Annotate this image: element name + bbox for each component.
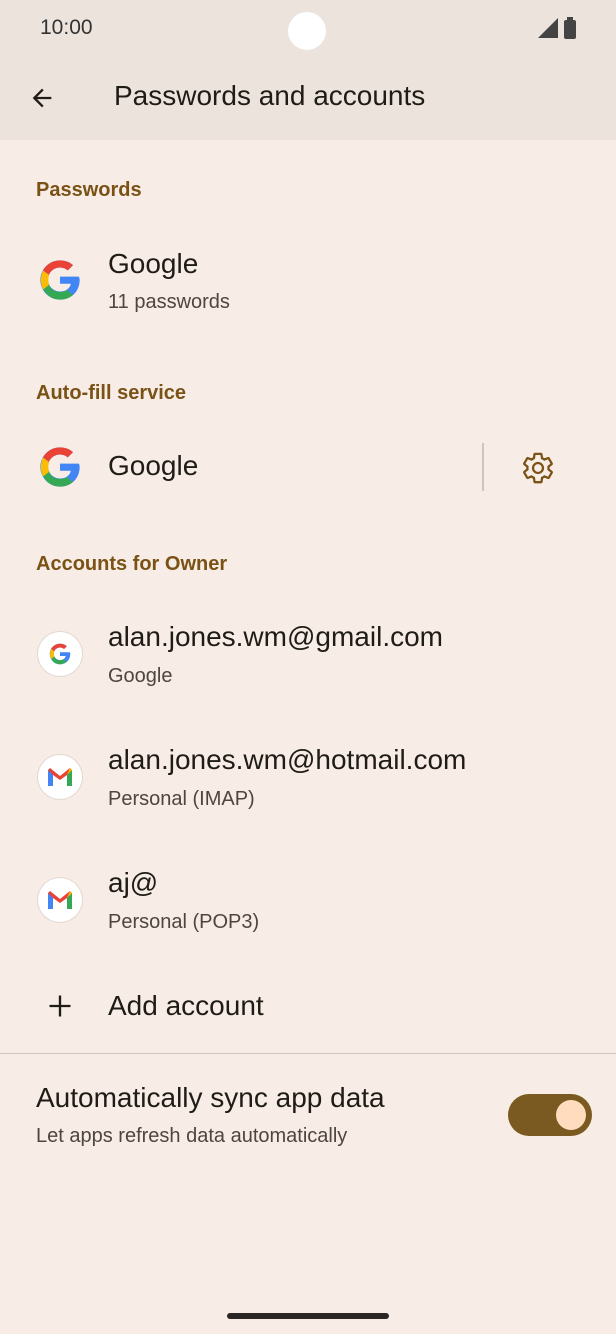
passwords-provider: Google	[108, 248, 199, 279]
sync-subtitle: Let apps refresh data automatically	[36, 1125, 348, 1147]
google-icon	[38, 632, 82, 676]
gear-icon	[523, 452, 553, 484]
status-icons	[538, 17, 576, 39]
camera-cutout	[288, 12, 326, 50]
gmail-icon	[38, 878, 82, 922]
app-bar: Passwords and accounts	[0, 56, 616, 140]
battery-icon	[564, 17, 576, 39]
page-title: Passwords and accounts	[114, 80, 426, 111]
back-arrow-icon	[32, 88, 52, 108]
section-header-autofill: Auto-fill service	[36, 382, 187, 404]
autofill-provider: Google	[108, 450, 199, 481]
back-button[interactable]	[22, 78, 62, 118]
signal-icon	[538, 18, 558, 38]
auto-sync-toggle[interactable]	[508, 1094, 592, 1136]
plus-icon	[36, 982, 84, 1030]
account-email: alan.jones.wm@hotmail.com	[108, 744, 467, 775]
account-type: Personal (IMAP)	[108, 788, 255, 810]
gmail-icon	[38, 755, 82, 799]
account-email: alan.jones.wm@gmail.com	[108, 621, 443, 652]
google-icon	[36, 256, 84, 304]
account-type: Google	[108, 665, 173, 687]
section-header-accounts: Accounts for Owner	[36, 553, 228, 575]
section-header-passwords: Passwords	[36, 179, 142, 201]
status-time: 10:00	[40, 16, 93, 39]
account-type: Personal (POP3)	[108, 911, 260, 933]
toggle-thumb	[556, 1100, 586, 1130]
account-email: aj@	[108, 867, 159, 898]
passwords-count: 11 passwords	[108, 291, 230, 313]
add-account-label: Add account	[108, 990, 264, 1021]
google-icon	[36, 443, 84, 491]
autofill-settings-button[interactable]	[516, 446, 560, 490]
horizontal-divider	[0, 1053, 616, 1054]
gesture-nav-handle[interactable]	[227, 1313, 389, 1319]
vertical-divider	[482, 443, 484, 491]
status-bar: 10:00	[0, 0, 616, 56]
sync-title: Automatically sync app data	[36, 1082, 385, 1113]
